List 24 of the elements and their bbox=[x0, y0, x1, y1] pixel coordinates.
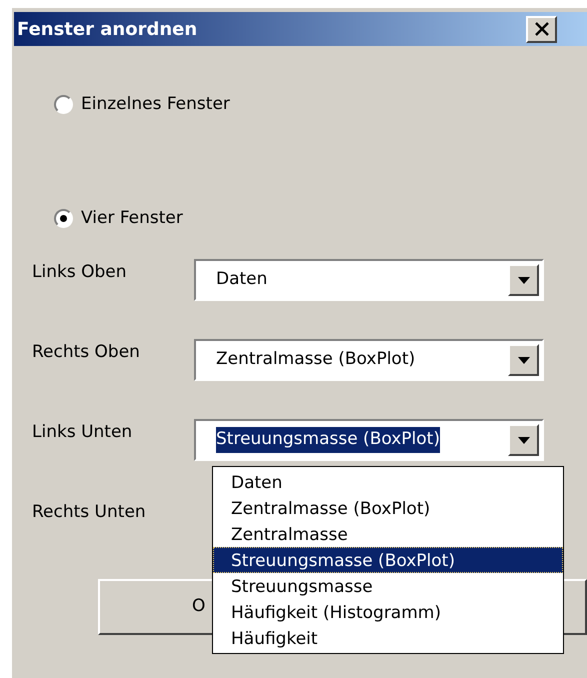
dropdown-button[interactable] bbox=[508, 264, 539, 296]
dropdown-option[interactable]: Zentralmasse bbox=[213, 521, 563, 547]
close-icon bbox=[534, 22, 550, 36]
dropdown-button[interactable] bbox=[508, 344, 539, 376]
caret-icon bbox=[518, 356, 530, 364]
dropdown-option[interactable]: Streuungsmasse (BoxPlot) bbox=[213, 547, 563, 573]
radio-button[interactable] bbox=[54, 208, 73, 228]
radio-button[interactable] bbox=[54, 95, 73, 114]
window-title: Fenster anordnen bbox=[17, 18, 198, 42]
close-button[interactable] bbox=[526, 16, 557, 42]
field-label: Rechts Oben bbox=[31, 341, 141, 364]
dropdown-option[interactable]: Daten bbox=[213, 469, 563, 495]
field-label: Links Unten bbox=[31, 421, 134, 444]
caret-icon bbox=[518, 436, 530, 444]
dropdown-field[interactable]: Zentralmasse (BoxPlot) bbox=[194, 339, 544, 381]
field-label: Rechts Unten bbox=[31, 501, 147, 524]
field-label: Links Oben bbox=[31, 261, 128, 284]
dropdown-button[interactable] bbox=[508, 424, 539, 456]
dropdown-option[interactable]: Zentralmasse (BoxPlot) bbox=[213, 495, 563, 521]
radio-label[interactable]: Vier Fenster bbox=[81, 206, 183, 231]
caret-icon bbox=[518, 276, 530, 284]
dropdown-field[interactable]: Streuungsmasse (BoxPlot) bbox=[194, 419, 544, 461]
dropdown-field[interactable]: Daten bbox=[194, 259, 544, 301]
radio-label[interactable]: Einzelnes Fenster bbox=[81, 92, 230, 118]
